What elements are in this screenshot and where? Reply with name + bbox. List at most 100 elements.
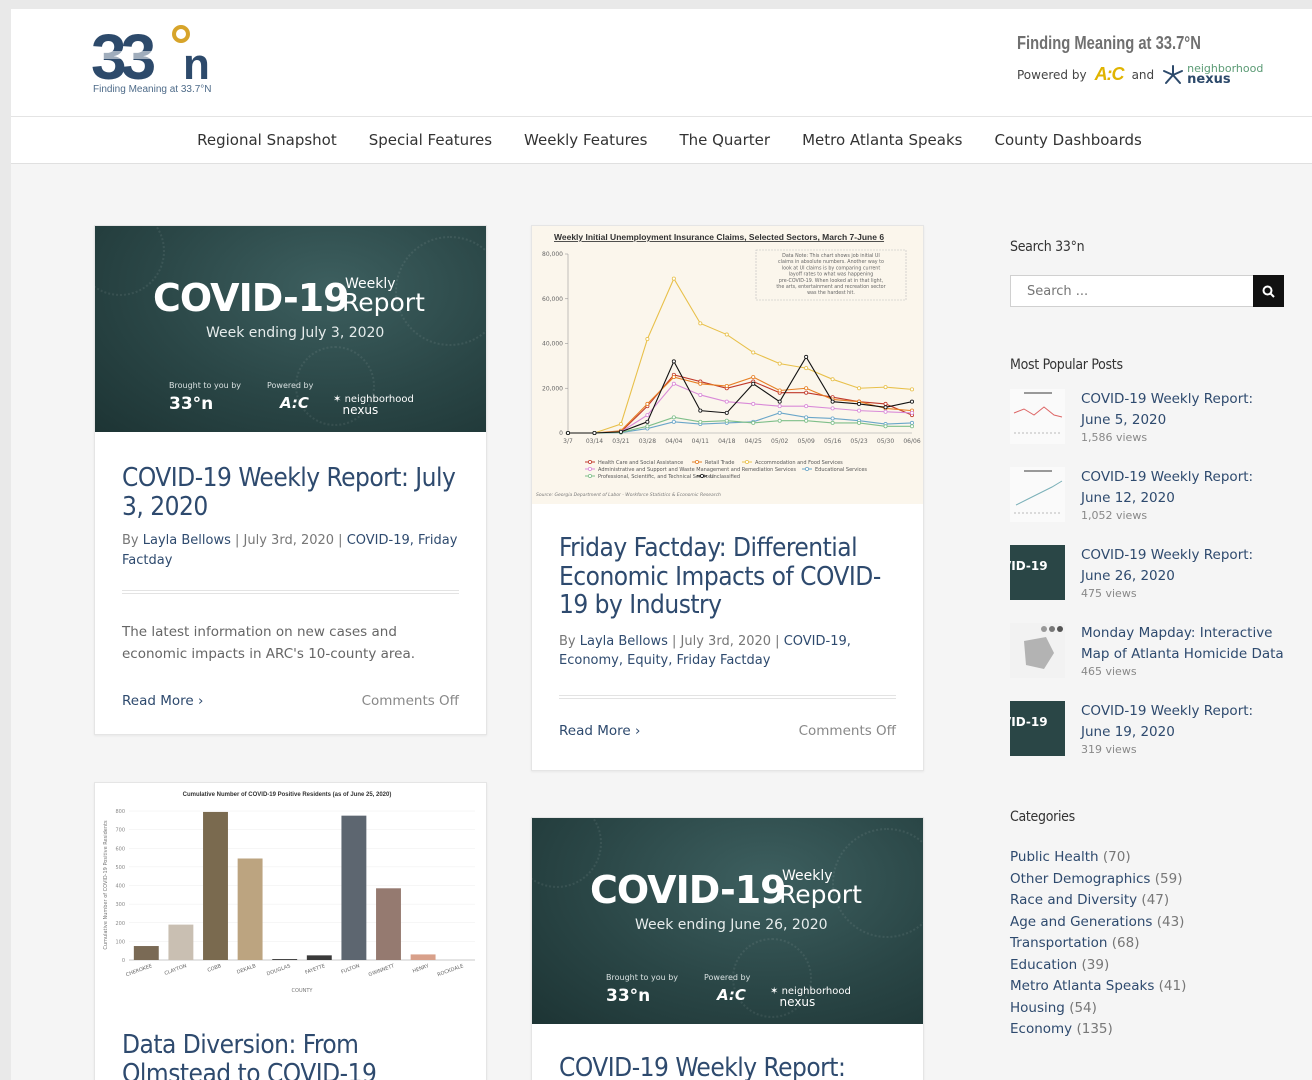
post-body: Data Diversion: From Olmstead to COVID-1…: [95, 1031, 486, 1080]
nav-metro-atlanta-speaks[interactable]: Metro Atlanta Speaks: [802, 131, 962, 149]
x-tick-label: 04/04: [665, 438, 682, 445]
popular-thumb-covid: VID-19: [1010, 701, 1065, 756]
popular-title[interactable]: COVID-19 Weekly Report: June 12, 2020: [1081, 467, 1285, 509]
data-point: [698, 408, 703, 413]
category-link[interactable]: Public Health (70): [1010, 847, 1285, 869]
bar: [376, 888, 401, 960]
data-point: [804, 418, 809, 423]
data-point: [671, 415, 676, 420]
popular-title[interactable]: COVID-19 Weekly Report: June 26, 2020: [1081, 545, 1285, 587]
category-link[interactable]: Education (39): [1010, 955, 1285, 977]
post-title[interactable]: Friday Factday: Differential Economic Im…: [559, 534, 896, 620]
chart-note-line: look at UI claims is by comparing curren…: [782, 265, 881, 271]
data-point: [883, 401, 888, 406]
category-name: Metro Atlanta Speaks: [1010, 978, 1155, 994]
data-point: [645, 337, 650, 342]
category-count: (47): [1141, 892, 1170, 908]
chart-note-line: the arts, entertainment and recreation s…: [776, 284, 885, 290]
comments-status: Comments Off: [798, 722, 896, 739]
post-by-label: By: [122, 533, 139, 549]
read-more-label: Read More: [559, 722, 631, 739]
nav-weekly-features[interactable]: Weekly Features: [524, 131, 647, 149]
x-tick-label: 3/7: [563, 438, 573, 445]
popular-item[interactable]: Monday Mapday: Interactive Map of Atlant…: [1010, 623, 1285, 685]
legend-marker: [744, 459, 749, 464]
nav-county-dashboards[interactable]: County Dashboards: [994, 131, 1141, 149]
y-tick-label: 400: [115, 884, 125, 890]
categories-heading: Categories: [1010, 809, 1075, 825]
nav-the-quarter[interactable]: The Quarter: [679, 131, 770, 149]
y-tick-label: 100: [115, 939, 125, 945]
featured-week: Week ending July 3, 2020: [206, 325, 385, 341]
data-point: [671, 359, 676, 364]
y-tick-label: 80,000: [542, 251, 563, 258]
read-more-link[interactable]: Read More ›: [122, 693, 203, 709]
post-meta: By Layla Bellows | July 3rd, 2020 | COVI…: [122, 533, 458, 568]
category-link[interactable]: Other Demographics (59): [1010, 869, 1285, 891]
y-tick-label: 200: [115, 921, 125, 927]
post-author[interactable]: Layla Bellows: [143, 533, 231, 548]
post-featured-chart[interactable]: Weekly Initial Unemployment Insurance Cl…: [532, 226, 923, 504]
nav-special-features[interactable]: Special Features: [369, 131, 492, 149]
featured-arc-logo: A:C: [717, 986, 746, 1004]
bar: [133, 946, 159, 960]
data-point: [777, 361, 782, 366]
category-link[interactable]: Race and Diversity (47): [1010, 890, 1285, 912]
data-point: [883, 424, 888, 429]
post-card-data-diversion: Cumulative Number of COVID-19 Positive R…: [94, 782, 487, 1080]
popular-views: 465 views: [1081, 664, 1137, 678]
data-point: [857, 401, 862, 406]
category-count: (135): [1076, 1021, 1113, 1037]
category-link[interactable]: Age and Generations (43): [1010, 912, 1285, 934]
post-featured-chart[interactable]: Cumulative Number of COVID-19 Positive R…: [95, 783, 486, 999]
y-tick-label: 0: [122, 958, 125, 964]
popular-title[interactable]: COVID-19 Weekly Report: June 19, 2020: [1081, 701, 1285, 743]
post-featured-image[interactable]: COVID-19 Weekly Report Week ending July …: [95, 226, 486, 432]
post-author[interactable]: Layla Bellows: [580, 634, 668, 649]
legend-marker: [699, 473, 704, 478]
popular-title[interactable]: COVID-19 Weekly Report: June 5, 2020: [1081, 389, 1285, 431]
chevron-right-icon: ›: [634, 722, 641, 739]
category-name: Economy: [1010, 1021, 1073, 1037]
data-point: [671, 276, 676, 281]
legend-marker: [804, 466, 809, 471]
y-tick-label: 700: [115, 828, 125, 834]
header-right: Finding Meaning at 33.7°N Powered by A:C…: [1017, 33, 1277, 86]
nav-regional-snapshot[interactable]: Regional Snapshot: [197, 131, 337, 149]
nexus-star-icon: [1163, 64, 1184, 84]
category-link[interactable]: Metro Atlanta Speaks (41): [1010, 976, 1285, 998]
legend-label: Health Care and Social Assistance: [598, 460, 683, 466]
popular-item[interactable]: VID-19 COVID-19 Weekly Report: June 19, …: [1010, 701, 1285, 763]
featured-report: Report: [342, 288, 425, 317]
data-point: [724, 399, 729, 404]
popular-item[interactable]: VID-19 COVID-19 Weekly Report: June 26, …: [1010, 545, 1285, 607]
arc-logo[interactable]: A:C: [1095, 64, 1125, 85]
y-tick-label: 600: [115, 846, 125, 852]
legend-label: Administrative and Support and Waste Man…: [598, 467, 796, 473]
category-link[interactable]: Transportation (68): [1010, 933, 1285, 955]
data-point: [671, 375, 676, 380]
search-input[interactable]: [1010, 275, 1253, 307]
post-title[interactable]: Data Diversion: From Olmstead to COVID-1…: [122, 1031, 459, 1080]
category-link[interactable]: Economy (135): [1010, 1019, 1285, 1041]
post-title[interactable]: COVID-19 Weekly Report: June: [559, 1054, 896, 1080]
post-featured-image[interactable]: COVID-19 Weekly Report Week ending June …: [532, 818, 923, 1024]
data-point: [618, 422, 623, 427]
popular-title[interactable]: Monday Mapday: Interactive Map of Atlant…: [1081, 623, 1285, 665]
data-point: [857, 386, 862, 391]
x-tick-label: FAYETTE: [304, 963, 326, 976]
data-point: [698, 381, 703, 386]
popular-item[interactable]: COVID-19 Weekly Report: June 12, 2020 1,0…: [1010, 467, 1285, 529]
x-tick-label: COBB: [207, 963, 223, 974]
neighborhood-nexus-logo[interactable]: neighborhood nexus: [1162, 63, 1263, 86]
x-tick-label: CHEROKEE: [125, 963, 153, 978]
read-more-link[interactable]: Read More ›: [559, 723, 640, 739]
data-point: [909, 410, 914, 415]
chart-title: Weekly Initial Unemployment Insurance Cl…: [554, 232, 884, 242]
search-button[interactable]: [1253, 275, 1284, 307]
bar: [341, 815, 367, 960]
popular-item[interactable]: COVID-19 Weekly Report: June 5, 2020 1,58…: [1010, 389, 1285, 451]
category-link[interactable]: Housing (54): [1010, 998, 1285, 1020]
y-tick-label: 300: [115, 902, 125, 908]
post-title[interactable]: COVID-19 Weekly Report: July 3, 2020: [122, 464, 459, 521]
